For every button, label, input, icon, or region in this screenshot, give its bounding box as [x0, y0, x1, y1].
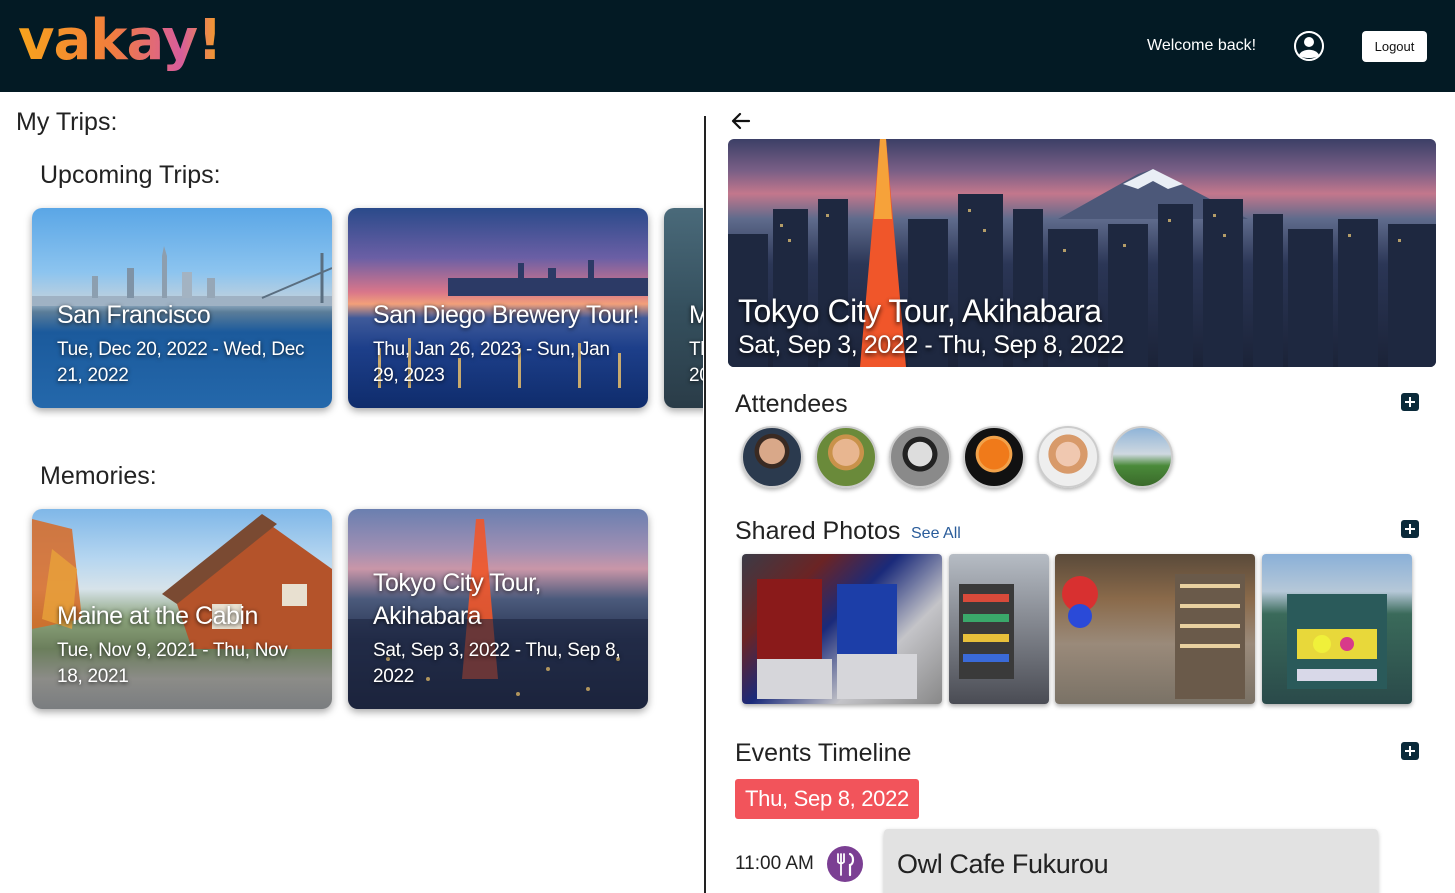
trip-title: San Francisco [57, 301, 211, 329]
event-card[interactable]: Owl Cafe Fukurou [884, 829, 1378, 893]
logout-button[interactable]: Logout [1362, 31, 1427, 62]
shared-photo[interactable] [742, 554, 942, 704]
attendee-avatar[interactable] [889, 426, 951, 488]
trip-dates: Th 20 [689, 339, 703, 386]
trip-title: San Diego Brewery Tour! [373, 301, 639, 329]
trip-hero-banner: Tokyo City Tour, Akihabara Sat, Sep 3, 2… [728, 139, 1436, 367]
memory-dates: Sat, Sep 3, 2022 - Thu, Sep 8, 2022 [373, 640, 621, 687]
event-title: Owl Cafe Fukurou [897, 849, 1109, 879]
upcoming-trips-carousel[interactable]: San Francisco Tue, Dec 20, 2022 - Wed, D… [0, 200, 703, 420]
upcoming-trips-heading: Upcoming Trips: [40, 161, 221, 189]
profile-icon[interactable] [1294, 31, 1324, 61]
panel-divider [704, 116, 706, 893]
attendee-avatar[interactable] [963, 426, 1025, 488]
trip-card-partial[interactable]: M Th 20 [664, 208, 703, 408]
event-date-badge: Thu, Sep 8, 2022 [735, 779, 919, 819]
trip-title: M [689, 301, 703, 329]
attendee-avatar[interactable] [741, 426, 803, 488]
shared-photo[interactable] [1262, 554, 1412, 704]
memories-heading: Memories: [40, 462, 157, 490]
shared-photos-heading: Shared Photos [735, 517, 901, 545]
attendee-avatar[interactable] [1111, 426, 1173, 488]
trip-dates: Tue, Dec 20, 2022 - Wed, Dec 21, 2022 [57, 339, 305, 386]
shared-photo[interactable] [949, 554, 1049, 704]
memory-card-tokyo[interactable]: Tokyo City Tour, Akihabara Sat, Sep 3, 2… [348, 509, 648, 709]
add-photo-button[interactable] [1401, 520, 1419, 538]
top-navbar: vakay! Welcome back! Logout [0, 0, 1455, 92]
welcome-text: Welcome back! [1147, 37, 1257, 54]
memory-dates: Tue, Nov 9, 2021 - Thu, Nov 18, 2021 [57, 640, 288, 687]
see-all-link[interactable]: See All [911, 525, 961, 543]
trip-detail-dates: Sat, Sep 3, 2022 - Thu, Sep 8, 2022 [738, 331, 1124, 359]
app-logo[interactable]: vakay! [18, 8, 223, 73]
trip-detail-title: Tokyo City Tour, Akihabara [738, 293, 1102, 329]
back-arrow-icon[interactable] [730, 110, 752, 132]
trip-card-san-francisco[interactable]: San Francisco Tue, Dec 20, 2022 - Wed, D… [32, 208, 332, 408]
memory-title: Maine at the Cabin [57, 602, 258, 630]
attendees-heading: Attendees [735, 390, 848, 418]
attendee-avatar[interactable] [1037, 426, 1099, 488]
add-event-button[interactable] [1401, 742, 1419, 760]
fork-knife-icon [827, 846, 863, 882]
trip-dates: Thu, Jan 26, 2023 - Sun, Jan 29, 2023 [373, 339, 610, 386]
my-trips-heading: My Trips: [16, 108, 118, 136]
shared-photo[interactable] [1055, 554, 1255, 704]
memory-title: Tokyo City Tour, Akihabara [373, 569, 542, 630]
add-attendee-button[interactable] [1401, 393, 1419, 411]
events-timeline-heading: Events Timeline [735, 739, 912, 767]
attendee-avatar[interactable] [815, 426, 877, 488]
memory-card-maine[interactable]: Maine at the Cabin Tue, Nov 9, 2021 - Th… [32, 509, 332, 709]
event-time: 11:00 AM [735, 853, 814, 874]
trip-card-san-diego[interactable]: San Diego Brewery Tour! Thu, Jan 26, 202… [348, 208, 648, 408]
